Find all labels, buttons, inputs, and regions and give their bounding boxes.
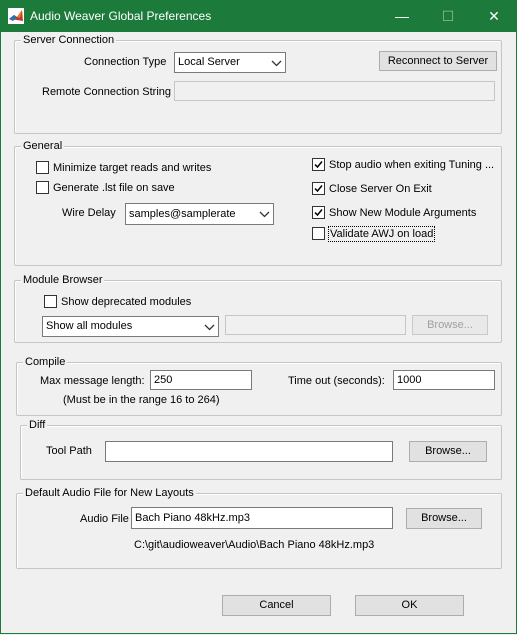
minimize-button[interactable]: — (379, 0, 425, 32)
default-audio-group: Default Audio File for New Layouts (16, 487, 502, 569)
ok-button[interactable]: OK (355, 595, 464, 616)
wire-delay-label: Wire Delay (62, 207, 116, 219)
stop-audio-label: Stop audio when exiting Tuning ... (329, 159, 495, 171)
close-server-label: Close Server On Exit (329, 183, 432, 195)
remote-connection-label: Remote Connection String (42, 86, 172, 98)
max-message-label: Max message length: (40, 375, 145, 387)
checkmark-icon (314, 185, 323, 193)
show-args-checkbox[interactable] (312, 206, 325, 219)
max-message-input[interactable]: 250 (150, 370, 252, 390)
matlab-icon (8, 8, 24, 24)
wire-delay-select[interactable]: samples@samplerate (125, 203, 274, 225)
range-note: (Must be in the range 16 to 264) (63, 394, 220, 406)
diff-legend: Diff (27, 419, 48, 432)
validate-awj-label: Validate AWJ on load (328, 226, 436, 242)
module-filter-value: Show all modules (46, 320, 133, 332)
compile-legend: Compile (23, 356, 68, 369)
timeout-label: Time out (seconds): (288, 375, 385, 387)
title-bar: Audio Weaver Global Preferences — ☐ ✕ (0, 0, 517, 32)
diff-browse-button[interactable]: Browse... (409, 441, 487, 462)
chevron-down-icon (259, 211, 270, 218)
stop-audio-checkbox[interactable] (312, 158, 325, 171)
audio-browse-button[interactable]: Browse... (406, 508, 482, 529)
wire-delay-value: samples@samplerate (129, 208, 236, 220)
checkmark-icon (314, 209, 323, 217)
generate-lst-checkbox[interactable] (36, 181, 49, 194)
audio-full-path: C:\git\audioweaver\Audio\Bach Piano 48kH… (134, 539, 375, 551)
generate-lst-label: Generate .lst file on save (53, 182, 175, 194)
connection-type-value: Local Server (178, 56, 240, 68)
timeout-input[interactable]: 1000 (393, 370, 495, 390)
close-button[interactable]: ✕ (471, 0, 517, 32)
module-browse-button[interactable]: Browse... (412, 315, 488, 335)
chevron-down-icon (271, 60, 282, 66)
minimize-reads-label: Minimize target reads and writes (53, 162, 212, 174)
maximize-button: ☐ (441, 8, 455, 24)
connection-type-label: Connection Type (84, 56, 167, 68)
module-browser-legend: Module Browser (21, 274, 105, 287)
checkmark-icon (314, 161, 323, 169)
audio-file-input[interactable]: Bach Piano 48kHz.mp3 (131, 507, 393, 529)
general-legend: General (21, 140, 65, 153)
chevron-down-icon (204, 324, 215, 330)
validate-awj-checkbox[interactable] (312, 227, 325, 240)
show-args-label: Show New Module Arguments (329, 207, 477, 219)
tool-path-input[interactable] (105, 441, 393, 462)
show-deprecated-checkbox[interactable] (44, 295, 57, 308)
show-deprecated-label: Show deprecated modules (61, 296, 192, 308)
close-server-checkbox[interactable] (312, 182, 325, 195)
default-audio-legend: Default Audio File for New Layouts (23, 487, 196, 500)
reconnect-button[interactable]: Reconnect to Server (379, 51, 497, 71)
connection-type-select[interactable]: Local Server (174, 52, 286, 73)
window-title: Audio Weaver Global Preferences (30, 9, 212, 23)
audio-file-label: Audio File (80, 513, 129, 525)
module-filter-select[interactable]: Show all modules (42, 316, 219, 337)
module-path-input[interactable] (225, 315, 406, 335)
remote-connection-input[interactable] (174, 81, 495, 101)
minimize-reads-checkbox[interactable] (36, 161, 49, 174)
tool-path-label: Tool Path (46, 445, 92, 457)
cancel-button[interactable]: Cancel (222, 595, 331, 616)
server-connection-legend: Server Connection (21, 34, 117, 47)
